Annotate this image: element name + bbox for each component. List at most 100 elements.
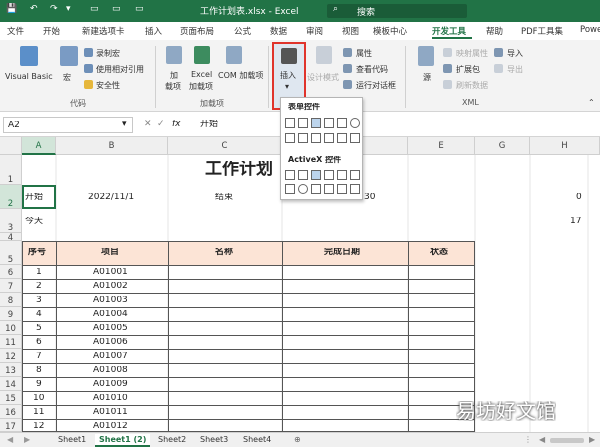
- macro-icon[interactable]: [60, 46, 78, 66]
- scroll-next-sheet-icon[interactable]: ▶: [20, 434, 34, 447]
- relative-ref-icon[interactable]: [84, 64, 93, 73]
- hscroll-right-icon[interactable]: ▶: [585, 434, 599, 447]
- horizontal-scrollbar[interactable]: [550, 438, 584, 443]
- form-combo-icon[interactable]: [298, 118, 308, 128]
- expansion-packs-button[interactable]: 扩展包: [456, 64, 480, 75]
- tab-insert[interactable]: 插入: [145, 25, 162, 37]
- sheet-tab-sheet2[interactable]: Sheet2: [154, 434, 190, 447]
- cancel-icon[interactable]: ✕: [144, 120, 152, 129]
- tab-file[interactable]: 文件: [7, 25, 24, 37]
- form-scrollbar-icon[interactable]: [311, 133, 321, 143]
- tab-developer[interactable]: 开发工具: [432, 25, 466, 37]
- sheet-tab-sheet1-2[interactable]: Sheet1 (2): [95, 434, 151, 447]
- map-properties-icon[interactable]: [443, 48, 452, 57]
- tab-view[interactable]: 视图: [342, 25, 359, 37]
- activex-combo-icon[interactable]: [298, 170, 308, 180]
- activex-more-icon[interactable]: [350, 184, 360, 194]
- com-addins-button[interactable]: COM 加载项: [218, 70, 263, 81]
- save-icon[interactable]: 💾: [6, 4, 17, 14]
- hscroll-left-icon[interactable]: ◀: [535, 434, 549, 447]
- table-row-seq[interactable]: 11: [33, 408, 44, 417]
- redo-icon[interactable]: ↷: [50, 4, 58, 14]
- table-row-item[interactable]: A01005: [93, 324, 128, 333]
- tab-power[interactable]: Power: [580, 25, 600, 35]
- export-icon[interactable]: [494, 64, 503, 73]
- excel-addins-icon[interactable]: [194, 46, 210, 64]
- tab-data[interactable]: 数据: [270, 25, 287, 37]
- form-label-icon[interactable]: [298, 133, 308, 143]
- macro-security-icon[interactable]: [84, 80, 93, 89]
- import-button[interactable]: 导入: [507, 48, 523, 59]
- table-row-item[interactable]: A01011: [93, 408, 128, 417]
- table-row-item[interactable]: A01009: [93, 380, 128, 389]
- addins-icon[interactable]: [166, 46, 182, 64]
- expansion-packs-icon[interactable]: [443, 64, 452, 73]
- activex-textbox-icon[interactable]: [337, 170, 347, 180]
- activex-toggle-icon[interactable]: [337, 184, 347, 194]
- insert-function-icon[interactable]: fx: [172, 120, 181, 129]
- import-icon[interactable]: [494, 48, 503, 57]
- properties-icon[interactable]: [343, 48, 352, 57]
- design-mode-button[interactable]: 设计模式: [307, 72, 339, 83]
- com-addins-icon[interactable]: [226, 46, 242, 64]
- run-dialog-icon[interactable]: [343, 80, 352, 89]
- activex-listbox-icon[interactable]: [324, 170, 334, 180]
- collapse-ribbon-icon[interactable]: ⌃: [588, 98, 595, 107]
- enter-icon[interactable]: ✓: [157, 120, 165, 129]
- more-options-icon[interactable]: ⋮: [520, 434, 536, 447]
- table-row-seq[interactable]: 6: [36, 338, 42, 347]
- visual-basic-button[interactable]: Visual Basic: [5, 72, 53, 81]
- form-combodrop-icon[interactable]: [350, 133, 360, 143]
- table-row-item[interactable]: A01010: [93, 394, 128, 403]
- form-radio-icon[interactable]: [350, 118, 360, 128]
- activex-scrollbar-icon[interactable]: [350, 170, 360, 180]
- tab-new[interactable]: 新建选项卡: [82, 25, 125, 37]
- table-row-seq[interactable]: 7: [36, 352, 42, 361]
- customize-qat-icon[interactable]: ▾: [66, 4, 71, 14]
- form-spinner-icon[interactable]: [324, 118, 334, 128]
- activex-option-icon[interactable]: [298, 184, 308, 194]
- form-combolist-icon[interactable]: [337, 133, 347, 143]
- record-macro-icon[interactable]: [84, 48, 93, 57]
- name-box-dropdown-icon[interactable]: ▾: [122, 120, 127, 129]
- new-file-icon[interactable]: ▭: [90, 4, 99, 14]
- activex-button-icon[interactable]: [285, 170, 295, 180]
- view-code-icon[interactable]: [343, 64, 352, 73]
- table-row-seq[interactable]: 10: [33, 394, 44, 403]
- table-row-seq[interactable]: 1: [36, 268, 42, 277]
- table-row-seq[interactable]: 2: [36, 282, 42, 291]
- activex-spin-icon[interactable]: [285, 184, 295, 194]
- print-icon[interactable]: ▭: [135, 4, 144, 14]
- form-button-icon[interactable]: [285, 118, 295, 128]
- design-mode-icon[interactable]: [316, 46, 332, 64]
- open-file-icon[interactable]: ▭: [112, 4, 121, 14]
- refresh-data-icon[interactable]: [443, 80, 452, 89]
- table-row-item[interactable]: A01004: [93, 310, 128, 319]
- sheet-tab-sheet3[interactable]: Sheet3: [196, 434, 232, 447]
- table-row-item[interactable]: A01008: [93, 366, 128, 375]
- tab-review[interactable]: 审阅: [306, 25, 323, 37]
- excel-addins-button[interactable]: Excel: [191, 70, 212, 79]
- addins-button[interactable]: 加: [170, 70, 178, 81]
- record-macro-button[interactable]: 录制宏: [96, 48, 120, 59]
- table-row-item[interactable]: A01007: [93, 352, 128, 361]
- properties-button[interactable]: 属性: [356, 48, 372, 59]
- run-dialog-button[interactable]: 运行对话框: [356, 80, 396, 91]
- xml-source-button[interactable]: 源: [423, 72, 431, 83]
- undo-icon[interactable]: ↶: [30, 4, 38, 14]
- tab-formulas[interactable]: 公式: [234, 25, 251, 37]
- formula-content[interactable]: 开始: [200, 120, 218, 129]
- table-row-seq[interactable]: 5: [36, 324, 42, 333]
- name-box[interactable]: A2 ▾: [3, 117, 133, 133]
- refresh-data-button[interactable]: 刷新数据: [456, 80, 488, 91]
- sheet-tab-sheet4[interactable]: Sheet4: [239, 434, 275, 447]
- activex-checkbox-icon[interactable]: [311, 170, 321, 180]
- export-button[interactable]: 导出: [507, 64, 523, 75]
- form-listbox-icon[interactable]: [337, 118, 347, 128]
- xml-source-icon[interactable]: [418, 46, 434, 66]
- visual-basic-icon[interactable]: [20, 46, 38, 66]
- table-row-item[interactable]: A01002: [93, 282, 128, 291]
- tab-home[interactable]: 开始: [43, 25, 60, 37]
- scroll-prev-sheet-icon[interactable]: ◀: [3, 434, 17, 447]
- macros-button[interactable]: 宏: [63, 72, 71, 83]
